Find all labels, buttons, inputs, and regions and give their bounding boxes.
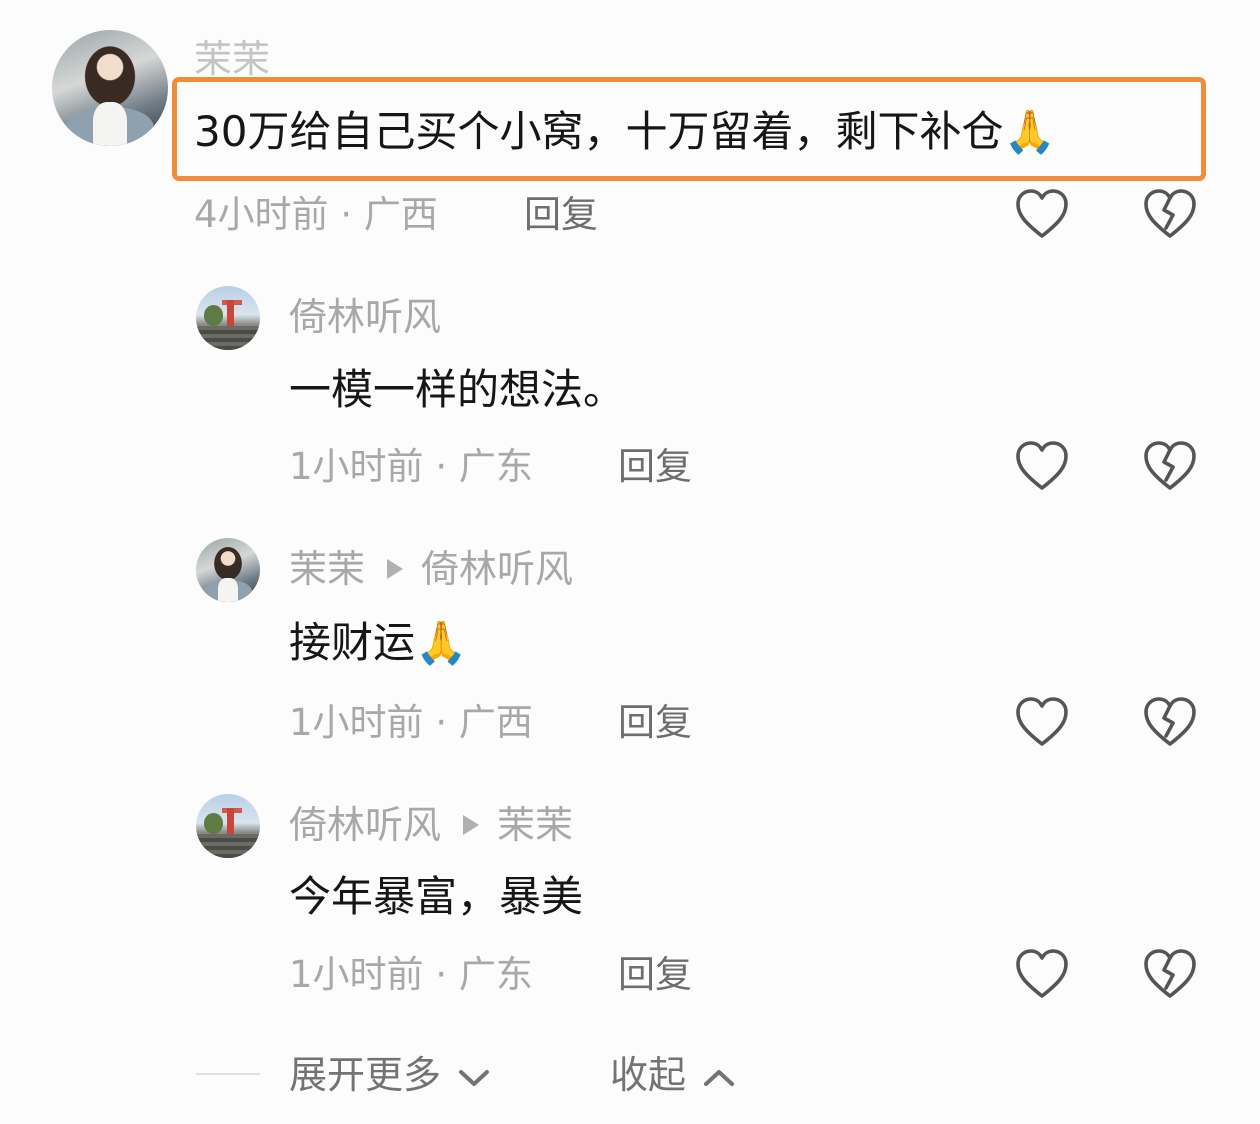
comment-author-line: 倚林听风 茉茉	[289, 806, 573, 844]
divider	[196, 1073, 260, 1075]
triangle-right-icon	[463, 814, 480, 835]
comment-time: 1小时前	[289, 701, 424, 744]
broken-heart-icon	[1144, 189, 1196, 238]
heart-outline-icon	[1016, 949, 1068, 998]
comment-text: 接财运🙏	[289, 622, 467, 664]
like-button[interactable]	[1014, 948, 1070, 1000]
comment-text-content: 30万给自己买个小窝，十万留着，剩下补仓	[194, 107, 1004, 156]
reply-to-author[interactable]: 倚林听风	[421, 547, 573, 591]
collapse-button[interactable]: 收起	[610, 1056, 736, 1094]
comment-author[interactable]: 倚林听风	[289, 803, 441, 847]
chevron-down-icon	[459, 1069, 490, 1086]
comment-time: 4小时前	[194, 193, 329, 236]
like-button[interactable]	[1014, 188, 1070, 240]
chevron-up-icon	[704, 1069, 735, 1086]
reply-button[interactable]: 回复	[618, 704, 692, 741]
meta-separator: ·	[435, 701, 448, 744]
comment-meta: 1小时前 · 广东	[289, 956, 533, 993]
meta-separator: ·	[435, 953, 448, 996]
comment-location: 广东	[458, 445, 533, 488]
dislike-button[interactable]	[1142, 948, 1198, 1000]
dislike-button[interactable]	[1142, 696, 1198, 748]
dislike-button[interactable]	[1142, 188, 1198, 240]
comment-meta: 4小时前 · 广西	[194, 196, 438, 233]
comment-text: 30万给自己买个小窝，十万留着，剩下补仓🙏	[194, 111, 1056, 153]
triangle-right-icon	[387, 558, 404, 579]
folded-hands-emoji: 🙏	[415, 618, 468, 667]
avatar[interactable]	[196, 794, 260, 858]
broken-heart-icon	[1144, 949, 1196, 998]
expand-more-button[interactable]: 展开更多	[289, 1056, 491, 1094]
comment-author[interactable]: 茉茉	[194, 40, 270, 78]
heart-outline-icon	[1016, 441, 1068, 490]
comment-text: 一模一样的想法。	[289, 365, 626, 414]
comment-location: 广西	[363, 193, 438, 236]
meta-separator: ·	[435, 445, 448, 488]
comment-author[interactable]: 倚林听风	[289, 298, 441, 336]
meta-separator: ·	[340, 193, 353, 236]
comment-text-content: 接财运	[289, 618, 416, 667]
broken-heart-icon	[1144, 697, 1196, 746]
broken-heart-icon	[1144, 441, 1196, 490]
like-button[interactable]	[1014, 440, 1070, 492]
reply-button[interactable]: 回复	[618, 956, 692, 993]
comment-text: 今年暴富，暴美	[289, 872, 584, 921]
heart-outline-icon	[1016, 697, 1068, 746]
avatar[interactable]	[52, 30, 168, 146]
dislike-button[interactable]	[1142, 440, 1198, 492]
like-button[interactable]	[1014, 696, 1070, 748]
avatar[interactable]	[196, 538, 260, 602]
collapse-label: 收起	[610, 1053, 687, 1097]
heart-outline-icon	[1016, 189, 1068, 238]
folded-hands-emoji: 🙏	[1003, 107, 1056, 156]
reply-to-author[interactable]: 茉茉	[497, 803, 573, 847]
comment-author-line: 茉茉 倚林听风	[289, 550, 573, 588]
comment-location: 广西	[458, 701, 533, 744]
avatar[interactable]	[196, 286, 260, 350]
comment-location: 广东	[458, 953, 533, 996]
comment-meta: 1小时前 · 广西	[289, 704, 533, 741]
reply-button[interactable]: 回复	[618, 448, 692, 485]
comment-time: 1小时前	[289, 445, 424, 488]
reply-button[interactable]: 回复	[524, 196, 598, 233]
comment-time: 1小时前	[289, 953, 424, 996]
comment-meta: 1小时前 · 广东	[289, 448, 533, 485]
comment-author[interactable]: 茉茉	[289, 547, 365, 591]
expand-more-label: 展开更多	[289, 1053, 442, 1097]
